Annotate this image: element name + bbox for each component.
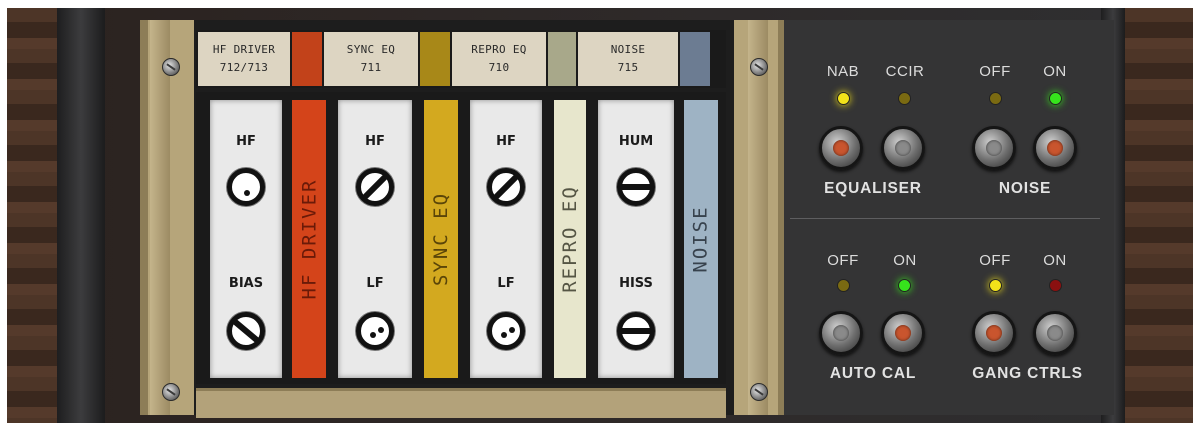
autocal-on-label: ON (893, 252, 917, 269)
nab-label: NAB (826, 63, 860, 80)
chassis-bottom-bar (196, 388, 726, 418)
label-noise: NOISE 715 (578, 32, 678, 86)
label-number: 711 (360, 61, 382, 74)
bias-knob-label: BIAS (228, 276, 264, 291)
color-swatch-sync-eq (420, 32, 450, 86)
hf-driver-plate: HF DRIVER (292, 100, 326, 378)
noise-on-led (1049, 92, 1062, 105)
label-number: 715 (617, 61, 639, 74)
autocal-on-led (898, 279, 911, 292)
panel-divider (790, 218, 1100, 219)
sync-eq-plate: SYNC EQ (424, 100, 458, 378)
label-number: 710 (488, 61, 510, 74)
label-hf-driver: HF DRIVER 712/713 (198, 32, 290, 86)
screw-icon (162, 383, 180, 401)
module-label-strip: HF DRIVER 712/713 SYNC EQ 711 REPRO EQ 7… (196, 30, 726, 88)
autocal-title: AUTO CAL (829, 365, 917, 382)
side-handle-left (57, 8, 105, 423)
screw-icon (750, 58, 768, 76)
gang-on-label: ON (1043, 252, 1067, 269)
noise-plate: NOISE (684, 100, 718, 378)
wood-side-left (7, 8, 57, 423)
nab-button[interactable] (819, 126, 863, 170)
hf-driver-card: HF BIAS (210, 100, 282, 378)
noise-card: HUM HISS (598, 100, 674, 378)
equaliser-title: EQUALISER (824, 180, 922, 197)
gang-on-button[interactable] (1033, 311, 1077, 355)
autocal-off-label: OFF (827, 252, 859, 269)
ccir-led (898, 92, 911, 105)
gang-on-led (1049, 279, 1062, 292)
noise-on-label: ON (1043, 63, 1067, 80)
screw-icon (162, 58, 180, 76)
sync-eq-card: HF LF (338, 100, 412, 378)
color-swatch-hf-driver (292, 32, 322, 86)
ccir-label: CCIR (885, 63, 925, 80)
label-name: REPRO EQ (471, 43, 527, 56)
gang-off-label: OFF (979, 252, 1011, 269)
hf-knob-label: HF (496, 134, 516, 149)
autocal-off-button[interactable] (819, 311, 863, 355)
autocal-on-button[interactable] (881, 311, 925, 355)
label-repro-eq: REPRO EQ 710 (452, 32, 546, 86)
hf-knob-label: HF (236, 134, 256, 149)
color-swatch-repro-eq (548, 32, 576, 86)
label-name: HF DRIVER (212, 43, 276, 56)
repro-eq-hf-knob[interactable] (487, 168, 525, 206)
repro-eq-lf-knob[interactable] (487, 312, 525, 350)
hf-driver-bias-knob[interactable] (227, 312, 265, 350)
nab-led (837, 92, 850, 105)
repro-eq-card: HF LF (470, 100, 542, 378)
rail-right (748, 20, 768, 415)
color-swatch-noise (680, 32, 710, 86)
noise-title: NOISE (998, 180, 1052, 197)
wood-side-right (1125, 8, 1193, 423)
label-name: NOISE (610, 43, 646, 56)
hf-knob-label: HF (365, 134, 385, 149)
label-sync-eq: SYNC EQ 711 (324, 32, 418, 86)
noise-off-button[interactable] (972, 126, 1016, 170)
sync-eq-lf-knob[interactable] (356, 312, 394, 350)
noise-hiss-knob[interactable] (617, 312, 655, 350)
lf-knob-label: LF (366, 276, 384, 291)
screw-icon (750, 383, 768, 401)
hiss-knob-label: HISS (619, 276, 653, 291)
hum-knob-label: HUM (618, 134, 654, 149)
autocal-off-led (837, 279, 850, 292)
noise-off-led (989, 92, 1002, 105)
ccir-button[interactable] (881, 126, 925, 170)
rail-left (150, 20, 170, 415)
lf-knob-label: LF (497, 276, 515, 291)
noise-off-label: OFF (979, 63, 1011, 80)
gang-off-led (989, 279, 1002, 292)
gang-ctrls-title: GANG CTRLS (972, 365, 1083, 382)
noise-hum-knob[interactable] (617, 168, 655, 206)
label-name: SYNC EQ (346, 43, 396, 56)
repro-eq-plate: REPRO EQ (554, 100, 586, 378)
noise-on-button[interactable] (1033, 126, 1077, 170)
sync-eq-hf-knob[interactable] (356, 168, 394, 206)
modules-rack: HF BIAS HF DRIVER HF LF SYNC EQ HF LF RE… (196, 92, 726, 384)
label-number: 712/713 (219, 61, 269, 74)
gang-off-button[interactable] (972, 311, 1016, 355)
hf-driver-hf-knob[interactable] (227, 168, 265, 206)
